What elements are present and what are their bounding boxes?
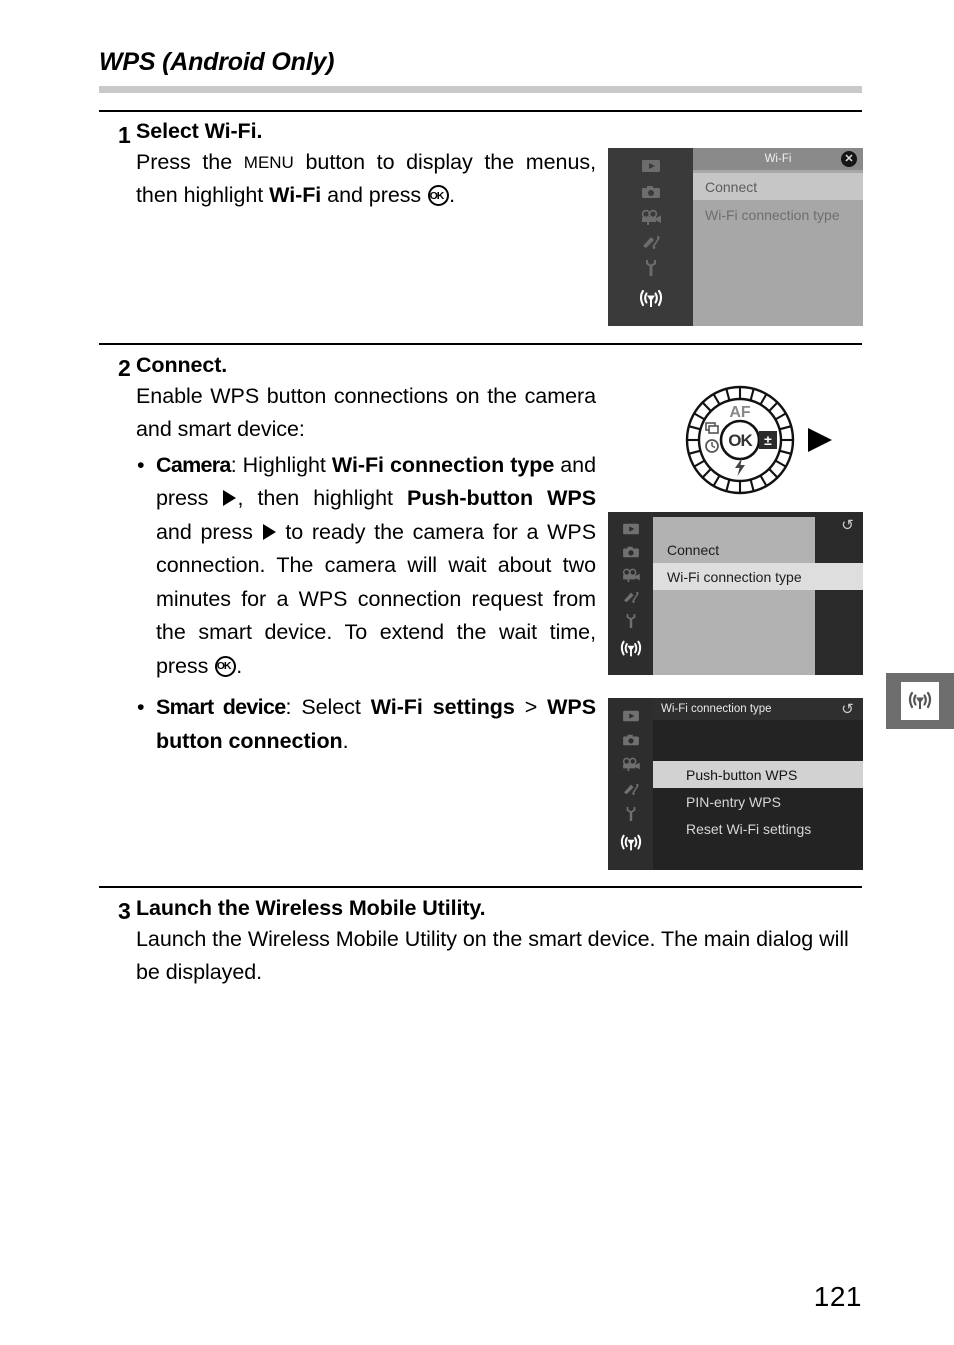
step-1-heading-bold: Wi-Fi [204, 119, 257, 143]
step-3-body: Launch the Wireless Mobile Utility on th… [136, 926, 849, 985]
wifi-antenna-icon [616, 832, 646, 859]
ok-button-glyph [427, 185, 449, 207]
s2b1-t6: . [236, 653, 243, 678]
s2b2-t1: Select [301, 695, 371, 720]
menu2-row-wifi-connection-type[interactable]: Wi-Fi connection type [653, 563, 863, 590]
movie-shooting-icon [640, 209, 662, 230]
menu3-sidebar [608, 698, 653, 870]
step-1-text-1: Press the [136, 149, 244, 174]
movie-shooting-icon [621, 568, 641, 587]
menu3-row-pin-entry-wps[interactable]: PIN-entry WPS [653, 788, 863, 815]
setup-wrench-icon [624, 806, 638, 827]
step-2-number: 2 [118, 355, 131, 381]
menu3-row-push-button-wps[interactable]: Push-button WPS [653, 761, 863, 788]
step-1: 1 Select Wi-Fi. Press the MENU button to… [118, 118, 596, 213]
step-3-heading: Launch the Wireless Mobile Utility. [136, 896, 486, 920]
retouch-icon [622, 590, 640, 609]
bullet-dot-icon: • [137, 452, 145, 477]
menu1-body: Wi-Fi ✕ Connect Wi-Fi connection type [693, 148, 863, 326]
wifi-antenna-icon [908, 691, 932, 709]
menu3-body: Wi-Fi connection type ↺ Push-button WPS … [653, 698, 863, 870]
step-2-intro: Enable WPS button connections on the cam… [136, 383, 596, 442]
menu-button-glyph: MENU [243, 152, 294, 172]
step-2-bullet-camera-text: Camera: Highlight Wi-Fi connection type … [156, 449, 596, 684]
close-icon[interactable]: ✕ [841, 151, 857, 167]
menu3-title: Wi-Fi connection type [661, 703, 772, 715]
playback-icon [622, 709, 640, 728]
step-2-bullet-smart-device: • Smart device: Select Wi-Fi settings > … [136, 691, 598, 758]
s2b2-t2: > [514, 695, 548, 720]
right-arrow-icon-1 [223, 490, 237, 507]
menu1-row-connect[interactable]: Connect [693, 173, 863, 200]
camera-menu-screenshot-connection-list: ↺ Connect Wi-Fi connection type [608, 512, 863, 675]
page-number: 121 [813, 1281, 862, 1312]
bullet-dot-icon-2: • [137, 695, 145, 720]
step-divider-rule-3 [99, 886, 862, 889]
multi-selector-dial: OK AF ± [680, 384, 850, 496]
s2b2-b1: Wi-Fi settings [370, 695, 515, 720]
menu2-body: ↺ Connect Wi-Fi connection type [653, 512, 863, 675]
menu1-header: Wi-Fi [693, 148, 863, 170]
s2b2-t3: . [342, 728, 349, 753]
svg-text:AF: AF [729, 404, 751, 421]
title-underline-rule [99, 86, 862, 93]
playback-icon [622, 522, 640, 541]
photo-shooting-icon [622, 733, 640, 752]
step-1-text-4: . [449, 183, 455, 208]
step-3: 3 Launch the Wireless Mobile Utility. La… [118, 895, 863, 990]
menu3-row-reset-wifi-settings[interactable]: Reset Wi-Fi settings [653, 815, 863, 842]
step-divider-rule-2 [99, 343, 862, 346]
menu2-sidebar [608, 512, 653, 675]
step-2-heading: Connect. [136, 353, 228, 377]
menu2-row-connect[interactable]: Connect [653, 536, 863, 563]
ok-button-glyph-2 [214, 655, 236, 677]
step-2: 2 Connect. Enable WPS button connections… [118, 352, 598, 758]
movie-shooting-icon [621, 757, 641, 776]
svg-text:±: ± [764, 432, 772, 448]
wifi-antenna-icon [635, 287, 667, 316]
step-1-heading-suffix: . [256, 119, 263, 143]
back-icon[interactable]: ↺ [839, 517, 856, 534]
wifi-antenna-icon [616, 638, 646, 665]
condition-label-camera: Camera [156, 452, 231, 477]
s2b1-t1: Highlight [242, 452, 332, 477]
camera-menu-screenshot-wifi-connection-type: Wi-Fi connection type ↺ Push-button WPS … [608, 698, 863, 870]
right-arrow-icon-2 [262, 523, 276, 540]
menu1-title: Wi-Fi [764, 153, 792, 165]
setup-wrench-icon [624, 613, 638, 634]
s2b1-t4: and press [156, 519, 262, 544]
page-title: WPS (Android Only) [99, 48, 335, 76]
condition-label-smart-device: Smart device [156, 695, 286, 720]
menu1-row-wifi-connection-type[interactable]: Wi-Fi connection type [693, 201, 863, 228]
camera-menu-screenshot-wifi: Wi-Fi ✕ Connect Wi-Fi connection type [608, 148, 863, 326]
playback-icon [641, 158, 661, 179]
side-tab-wifi [886, 673, 954, 729]
menu1-sidebar [608, 148, 693, 326]
colon-1: : [230, 452, 243, 477]
step-1-number: 1 [118, 122, 131, 148]
step-3-number: 3 [118, 898, 131, 924]
s2b1-t3: , then highlight [237, 486, 408, 511]
step-divider-rule-1 [99, 110, 862, 113]
step-1-bold-1: Wi-Fi [269, 183, 322, 208]
retouch-icon [622, 782, 640, 801]
step-2-bullet-smart-device-text: Smart device: Select Wi-Fi settings > WP… [156, 691, 596, 758]
retouch-icon [641, 234, 661, 255]
side-tab-icon-box [901, 682, 939, 720]
step-1-heading: Select Wi-Fi. [136, 118, 593, 146]
setup-wrench-icon [643, 259, 659, 282]
photo-shooting-icon [622, 545, 640, 564]
step-1-body: Press the MENU button to display the men… [136, 146, 596, 213]
colon-2: : [285, 695, 302, 720]
step-2-bullet-camera: • Camera: Highlight Wi-Fi connection typ… [136, 449, 598, 684]
photo-shooting-icon [641, 184, 661, 205]
menu3-header: Wi-Fi connection type [653, 698, 863, 720]
step-1-text-3: and press [321, 183, 428, 208]
back-icon[interactable]: ↺ [839, 701, 856, 718]
s2b1-b1: Wi-Fi connection type [331, 452, 555, 477]
step-1-heading-prefix: Select [136, 119, 205, 143]
svg-text:OK: OK [728, 431, 753, 450]
s2b1-b2: Push-button WPS [407, 486, 597, 511]
